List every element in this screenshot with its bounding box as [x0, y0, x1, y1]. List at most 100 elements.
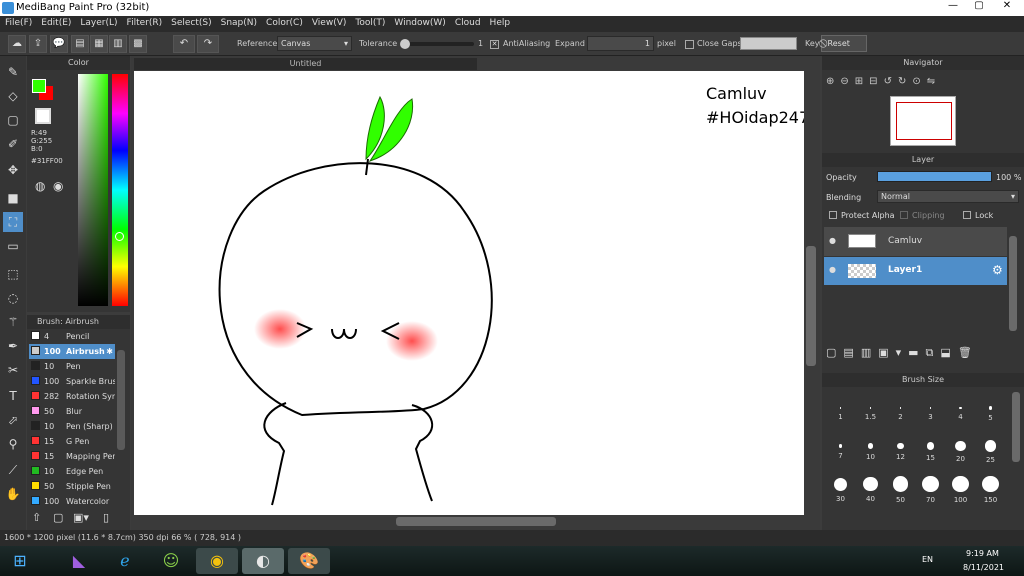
document-icon[interactable]: ▤	[71, 35, 89, 53]
clipping-checkbox[interactable]	[900, 211, 908, 219]
new-brush-icon[interactable]: ▢	[53, 511, 63, 524]
close-gaps-value-bar[interactable]	[740, 37, 797, 50]
eyedropper-icon[interactable]: ⚲	[3, 434, 23, 454]
brush-item[interactable]: 50 Blur	[29, 404, 115, 419]
brush-item[interactable]: 100 Watercolor	[29, 494, 115, 509]
navigator-preview[interactable]	[890, 96, 956, 146]
bucket-tool-icon[interactable]: ⛶	[3, 212, 23, 232]
layer-row[interactable]: ● Camluv	[824, 227, 1007, 256]
brush-size-option[interactable]: 12	[886, 430, 915, 466]
zoom-out-icon[interactable]: ⊖	[840, 76, 854, 87]
folder-icon[interactable]: ▬	[908, 346, 925, 359]
redo-icon[interactable]: ↷	[197, 35, 219, 53]
hue-slider[interactable]	[112, 74, 128, 306]
grid-icon[interactable]: ▩	[129, 35, 147, 53]
brush-size-option[interactable]: 150	[976, 468, 1005, 504]
delete-brush-icon[interactable]: ▯	[103, 511, 109, 524]
brush-size-option[interactable]: 1	[826, 392, 855, 428]
gradient-tool-icon[interactable]: ▭	[3, 236, 23, 256]
blending-select[interactable]: Normal ▾	[877, 190, 1019, 203]
brush-item[interactable]: 282 Rotation Sym	[29, 389, 115, 404]
fit-icon[interactable]: ⊞	[855, 76, 869, 87]
brush-size-option[interactable]: 70	[916, 468, 945, 504]
foreground-color-swatch[interactable]	[32, 79, 46, 93]
add-layer-menu-icon[interactable]: ▣▾	[878, 346, 908, 359]
brush-options-icon[interactable]: ▣▾	[73, 511, 89, 524]
menu-tool[interactable]: Tool(T)	[350, 16, 389, 28]
rotate-left-icon[interactable]: ↺	[884, 76, 898, 87]
text-tool-icon[interactable]: T	[3, 386, 23, 406]
dot-tool-icon[interactable]: ▢	[3, 110, 23, 130]
new-halftone-layer-icon[interactable]: ▤	[843, 346, 860, 359]
menu-view[interactable]: View(V)	[307, 16, 351, 28]
select-pen-tool-icon[interactable]: ✐	[3, 134, 23, 154]
brush-size-option[interactable]: 15	[916, 430, 945, 466]
zoom-in-icon[interactable]: ⊕	[826, 76, 840, 87]
brush-tool-icon[interactable]: ✎	[3, 62, 23, 82]
drawing-canvas[interactable]: Camluv #HOidap247	[134, 71, 809, 515]
operation-tool-icon[interactable]: ⬀	[3, 410, 23, 430]
storyboard-icon[interactable]: ▥	[109, 35, 127, 53]
paint-icon[interactable]: 🎨	[288, 548, 330, 574]
select-pen-icon[interactable]: ✒	[3, 336, 23, 356]
minimize-button[interactable]: —	[940, 0, 966, 14]
brush-size-option[interactable]: 7	[826, 430, 855, 466]
protect-alpha-checkbox[interactable]	[829, 211, 837, 219]
menu-snap[interactable]: Snap(N)	[216, 16, 261, 28]
rect-select-icon[interactable]: ⬚	[3, 264, 23, 284]
actual-size-icon[interactable]: ⊟	[869, 76, 883, 87]
brush-size-option[interactable]: 50	[886, 468, 915, 504]
cloud-icon[interactable]: ☁	[8, 35, 26, 53]
menu-help[interactable]: Help	[485, 16, 515, 28]
divide-tool-icon[interactable]: ⟋	[3, 460, 23, 480]
menu-edit[interactable]: Edit(E)	[36, 16, 75, 28]
language-indicator[interactable]: EN	[922, 555, 933, 564]
brush-item[interactable]: 15 Mapping Pen	[29, 449, 115, 464]
magic-wand-icon[interactable]: ⚚	[3, 312, 23, 332]
tolerance-slider[interactable]	[400, 42, 474, 46]
transparent-swatch[interactable]	[35, 108, 51, 124]
antialiasing-checkbox[interactable]: ✕	[490, 40, 499, 49]
tolerance-slider-handle[interactable]	[400, 39, 410, 49]
merge-layer-icon[interactable]: ⬓	[940, 346, 957, 359]
new-8bit-layer-icon[interactable]: ▥	[861, 346, 878, 359]
duplicate-layer-icon[interactable]: ⧉	[926, 346, 941, 359]
add-brush-icon[interactable]: ⇧	[32, 511, 41, 524]
menu-layer[interactable]: Layer(L)	[75, 16, 121, 28]
select-eraser-icon[interactable]: ✂	[3, 360, 23, 380]
chrome-icon[interactable]: ◉	[196, 548, 238, 574]
share-icon[interactable]: ⇪	[29, 35, 47, 53]
close-button[interactable]: ✕	[994, 0, 1020, 14]
brush-size-option[interactable]: 40	[856, 468, 885, 504]
brush-item[interactable]: 10 Pen	[29, 359, 115, 374]
navigator-viewport[interactable]	[896, 102, 952, 140]
page-icon[interactable]: ▦	[90, 35, 108, 53]
menu-window[interactable]: Window(W)	[389, 16, 449, 28]
eraser-tool-icon[interactable]: ◇	[3, 86, 23, 106]
brush-size-option[interactable]: 25	[976, 430, 1005, 466]
lock-checkbox[interactable]	[963, 211, 971, 219]
brush-list-scrollbar[interactable]	[117, 350, 125, 450]
clock-time[interactable]: 9:19 AM	[966, 549, 999, 558]
gear-icon[interactable]: ⚙	[992, 263, 1003, 277]
menu-cloud[interactable]: Cloud	[450, 16, 485, 28]
reset-rotation-icon[interactable]: ⊙	[912, 76, 926, 87]
hand-tool-icon[interactable]: ✋	[3, 484, 23, 504]
lasso-select-icon[interactable]: ◌	[3, 288, 23, 308]
menu-color[interactable]: Color(C)	[261, 16, 307, 28]
internet-explorer-icon[interactable]: ℯ	[104, 548, 146, 574]
medibang-icon[interactable]: ◐	[242, 548, 284, 574]
comment-icon[interactable]: 💬	[50, 35, 68, 53]
trash-icon[interactable]: 🗑	[958, 346, 979, 359]
brush-item[interactable]: 15 G Pen	[29, 434, 115, 449]
close-gaps-checkbox[interactable]	[685, 40, 694, 49]
menu-select[interactable]: Select(S)	[166, 16, 216, 28]
layer-row-selected[interactable]: ● Layer1 ⚙	[824, 257, 1007, 285]
palette-icon[interactable]: ◍	[35, 179, 45, 193]
horizontal-scrollbar[interactable]	[396, 517, 556, 526]
color-settings-icon[interactable]: ◉	[53, 179, 63, 193]
brush-size-scrollbar[interactable]	[1012, 392, 1020, 462]
brush-item[interactable]: 100 Airbrush ✱	[29, 344, 115, 359]
document-tab[interactable]: Untitled	[134, 58, 477, 70]
brush-size-option[interactable]: 4	[946, 392, 975, 428]
